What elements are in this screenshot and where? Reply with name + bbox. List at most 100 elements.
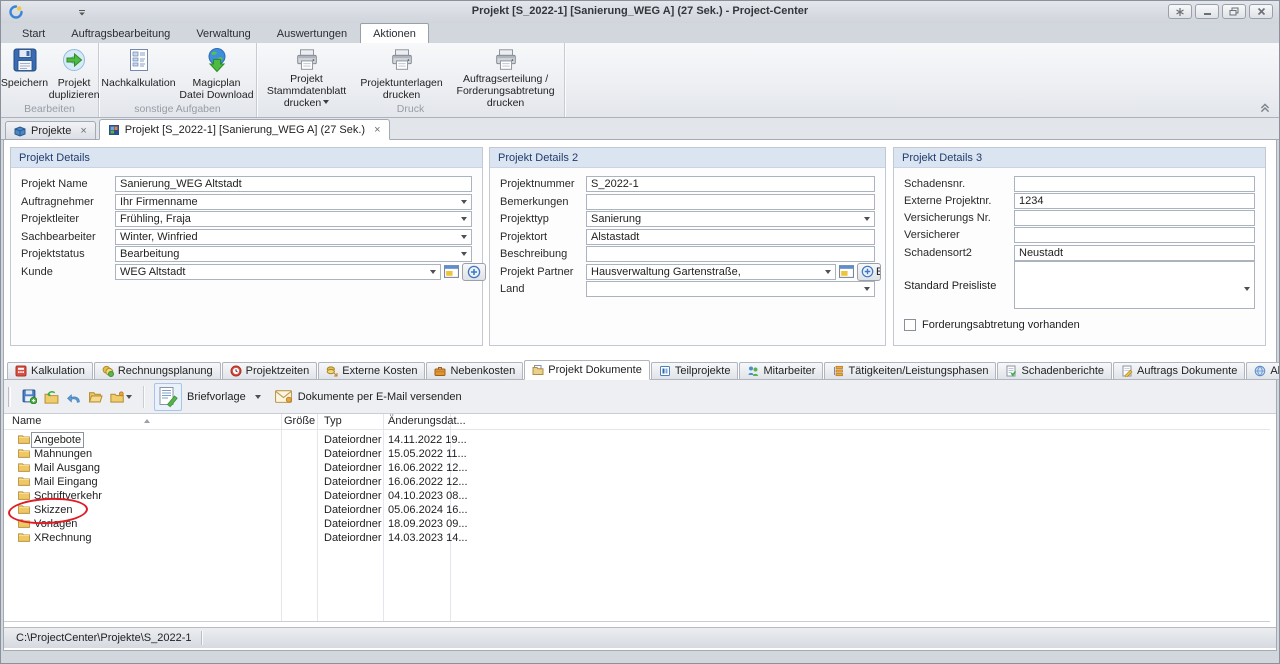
open-form-icon[interactable] bbox=[444, 265, 459, 278]
field-label: Schadensnr. bbox=[904, 178, 1014, 190]
projektleiter-combo[interactable]: Frühling, Fraja bbox=[115, 211, 472, 227]
projektort-input[interactable]: Alstastadt bbox=[586, 229, 875, 245]
nachkalkulation-button[interactable]: Nachkalkulation bbox=[101, 45, 177, 103]
kunde-combo[interactable]: WEG Altstadt bbox=[115, 264, 441, 280]
briefcase-icon bbox=[434, 365, 446, 377]
table-row-skizzen[interactable]: Skizzen Dateiordner 05.06.2024 16... bbox=[4, 503, 1270, 517]
bemerkungen-input[interactable] bbox=[586, 194, 875, 210]
projektstatus-combo[interactable]: Bearbeitung bbox=[115, 246, 472, 262]
ribbon-tab-auftragsbearbeitung[interactable]: Auftragsbearbeitung bbox=[58, 24, 183, 43]
projekttyp-combo[interactable]: Sanierung bbox=[586, 211, 875, 227]
order-documents-icon bbox=[1121, 365, 1133, 377]
email-icon bbox=[275, 390, 292, 403]
ribbon-group-label: sonstige Aufgaben bbox=[99, 103, 256, 115]
ribbon-tab-auswertungen[interactable]: Auswertungen bbox=[264, 24, 360, 43]
table-row[interactable]: Mail Ausgang Dateiordner 16.06.2022 12..… bbox=[4, 461, 1270, 475]
tab-taetigkeiten-leistungsphasen[interactable]: Tätigkeiten/Leistungsphasen bbox=[824, 362, 996, 380]
tab-externe-kosten[interactable]: Externe Kosten bbox=[318, 362, 425, 380]
send-documents-email-button[interactable]: Dokumente per E-Mail versenden bbox=[275, 390, 462, 403]
tab-nebenkosten[interactable]: Nebenkosten bbox=[426, 362, 523, 380]
sachbearbeiter-combo[interactable]: Winter, Winfried bbox=[115, 229, 472, 245]
open-folder-icon bbox=[88, 390, 103, 403]
table-row[interactable]: Angebote Dateiordner 14.11.2022 19... bbox=[4, 433, 1270, 447]
schadensnr-input[interactable] bbox=[1014, 176, 1255, 192]
close-button[interactable] bbox=[1249, 4, 1273, 19]
column-header-type[interactable]: Typ bbox=[324, 415, 342, 427]
table-row[interactable]: XRechnung Dateiordner 14.03.2023 14... bbox=[4, 531, 1270, 545]
projekt-partner-combo[interactable]: Hausverwaltung Gartenstraße, bbox=[586, 264, 836, 280]
table-row[interactable]: Mail Eingang Dateiordner 16.06.2022 12..… bbox=[4, 475, 1270, 489]
projektnummer-input[interactable]: S_2022-1 bbox=[586, 176, 875, 192]
externe-projektnr-input[interactable]: 1234 bbox=[1014, 193, 1255, 209]
auftragnehmer-combo[interactable]: Ihr Firmenname bbox=[115, 194, 472, 210]
tab-rechnungsplanung[interactable]: Rechnungsplanung bbox=[94, 362, 221, 380]
field-label: Bemerkungen bbox=[500, 196, 586, 208]
field-label: Versicherungs Nr. bbox=[904, 212, 1014, 224]
open-form-icon[interactable] bbox=[839, 265, 854, 278]
open-folder-button[interactable] bbox=[87, 389, 103, 404]
chevron-down-icon bbox=[461, 200, 467, 207]
duplicate-project-button[interactable]: Projekt duplizieren bbox=[50, 45, 98, 103]
table-row[interactable]: Mahnungen Dateiordner 15.05.2022 11... bbox=[4, 447, 1270, 461]
column-header-name[interactable]: Name bbox=[12, 415, 41, 427]
table-row[interactable]: Schriftverkehr Dateiordner 04.10.2023 08… bbox=[4, 489, 1270, 503]
field-label: Projekttyp bbox=[500, 213, 586, 225]
toolbar-separator bbox=[143, 386, 144, 408]
restore-button[interactable] bbox=[1222, 4, 1246, 19]
briefvorlage-button[interactable]: Briefvorlage bbox=[154, 383, 261, 411]
versicherungs-nr-input[interactable] bbox=[1014, 210, 1255, 226]
import-folder-button[interactable] bbox=[43, 389, 59, 404]
tab-projektzeiten[interactable]: Projektzeiten bbox=[222, 362, 318, 380]
save-document-button[interactable] bbox=[21, 389, 37, 404]
window-style-button[interactable] bbox=[1168, 4, 1192, 19]
tab-auftrags-dokumente[interactable]: Auftrags Dokumente bbox=[1113, 362, 1245, 380]
plus-circle-icon bbox=[467, 265, 481, 279]
tab-mitarbeiter[interactable]: Mitarbeiter bbox=[739, 362, 823, 380]
add-kunde-button[interactable] bbox=[462, 263, 486, 281]
standard-preisliste-combo[interactable] bbox=[1014, 261, 1255, 309]
folder-options-button[interactable] bbox=[109, 389, 133, 404]
ribbon-group-bearbeiten: Speichern Projekt duplizieren Bearbeiten bbox=[1, 43, 99, 117]
add-projekt-partner-button[interactable]: E bbox=[857, 263, 881, 281]
close-tab-icon[interactable]: × bbox=[80, 126, 86, 136]
save-icon bbox=[12, 47, 38, 77]
beschreibung-input[interactable] bbox=[586, 246, 875, 262]
close-tab-icon[interactable]: × bbox=[374, 125, 380, 135]
tab-teilprojekte[interactable]: Teilprojekte bbox=[651, 362, 739, 380]
projektunterlagen-drucken-button[interactable]: Projektunterlagen drucken bbox=[358, 45, 445, 103]
ribbon-tab-verwaltung[interactable]: Verwaltung bbox=[183, 24, 263, 43]
folder-icon bbox=[18, 504, 30, 518]
land-combo[interactable] bbox=[586, 281, 875, 297]
chevron-down-icon bbox=[864, 287, 870, 294]
minimize-button[interactable] bbox=[1195, 4, 1219, 19]
tab-schadenberichte[interactable]: Schadenberichte bbox=[997, 362, 1112, 380]
column-header-size[interactable]: Größe bbox=[284, 415, 314, 427]
checkbox-unchecked-icon[interactable] bbox=[904, 319, 916, 331]
column-header-modified[interactable]: Änderungsdat... bbox=[388, 415, 466, 427]
ribbon-tab-start[interactable]: Start bbox=[9, 24, 58, 43]
forderungsabtretung-checkbox[interactable]: Forderungsabtretung vorhanden bbox=[904, 319, 1080, 331]
field-label: Projekt Partner bbox=[500, 266, 586, 278]
ribbon-group-sonstige-aufgaben: Nachkalkulation Magicplan Datei Download… bbox=[99, 43, 257, 117]
ribbon-tab-aktionen[interactable]: Aktionen bbox=[360, 23, 429, 43]
magicplan-download-button[interactable]: Magicplan Datei Download bbox=[179, 45, 255, 103]
auftragserteilung-drucken-button[interactable]: Auftragserteilung / Forderungsabtretung … bbox=[447, 45, 564, 103]
versicherer-input[interactable] bbox=[1014, 227, 1255, 243]
folder-icon bbox=[18, 532, 30, 546]
tab-kalkulation[interactable]: Kalkulation bbox=[7, 362, 93, 380]
tab-aktivitaeten[interactable]: Aktivitäten bbox=[1246, 362, 1280, 380]
stammdatenblatt-drucken-button[interactable]: Projekt Stammdatenblatt drucken bbox=[257, 45, 356, 103]
tab-projekt-dokumente[interactable]: Projekt Dokumente bbox=[524, 360, 650, 380]
chevron-down-icon bbox=[1244, 287, 1250, 294]
toolbar-grip[interactable] bbox=[8, 387, 11, 407]
schadensort2-input[interactable]: Neustadt bbox=[1014, 245, 1255, 261]
tab-projekte[interactable]: Projekte × bbox=[5, 121, 96, 140]
undo-button[interactable] bbox=[65, 389, 81, 404]
collapse-ribbon-icon[interactable] bbox=[1259, 103, 1271, 113]
documents-toolbar: Briefvorlage Dokumente per E-Mail versen… bbox=[4, 380, 1276, 414]
save-button[interactable]: Speichern bbox=[1, 45, 48, 103]
projekt-name-input[interactable]: Sanierung_WEG Altstadt bbox=[115, 176, 472, 192]
tab-projekt-s2022-1[interactable]: Projekt [S_2022-1] [Sanierung_WEG A] (27… bbox=[99, 119, 390, 140]
field-label: Externe Projektnr. bbox=[904, 195, 1014, 207]
table-row[interactable]: Vorlagen Dateiordner 18.09.2023 09... bbox=[4, 517, 1270, 531]
